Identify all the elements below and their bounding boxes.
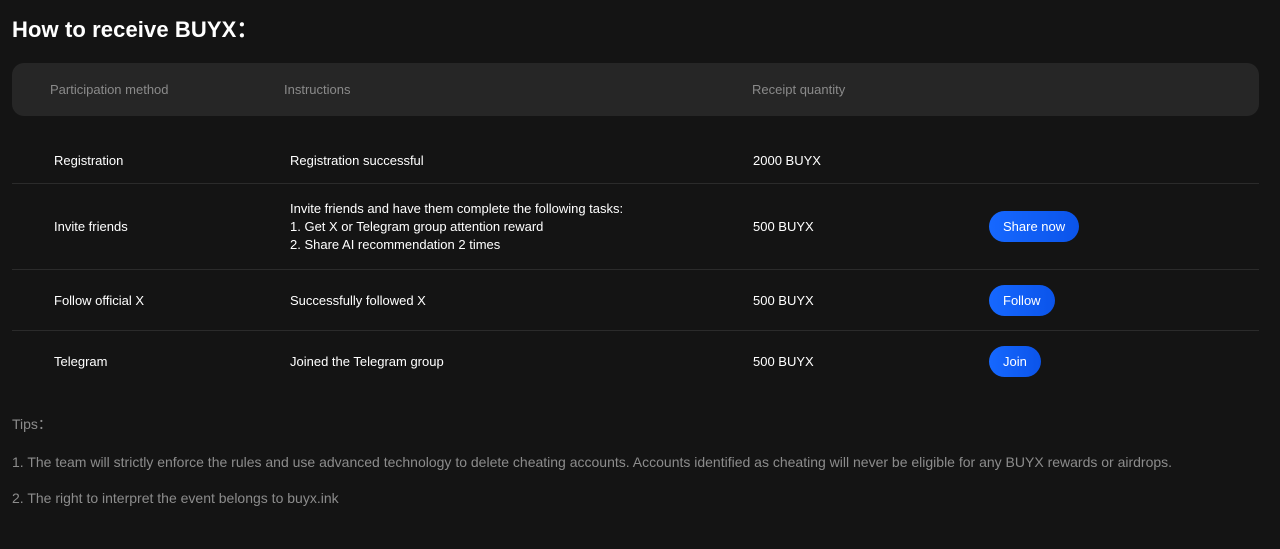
row-quantity: 500 BUYX	[753, 292, 814, 308]
table-row-telegram: Telegram Joined the Telegram group 500 B…	[12, 331, 1259, 391]
row-action: Follow	[989, 270, 1055, 330]
row-action: Join	[989, 331, 1041, 391]
header-instructions: Instructions	[284, 82, 351, 97]
row-instructions: Successfully followed X	[290, 292, 426, 308]
row-action: Share now	[989, 184, 1080, 269]
tip-item: 1. The team will strictly enforce the ru…	[12, 454, 1173, 470]
table-row-invite-friends: Invite friends Invite friends and have t…	[12, 184, 1259, 270]
header-participation-method: Participation method	[50, 82, 169, 97]
join-button[interactable]: Join	[989, 345, 1041, 377]
row-quantity: 2000 BUYX	[753, 152, 821, 168]
row-method: Follow official X	[54, 292, 145, 308]
table-header: Participation method Instructions Receip…	[12, 63, 1259, 116]
tips-title: Tips：	[12, 416, 52, 432]
table-row-follow-official-x: Follow official X Successfully followed …	[12, 270, 1259, 331]
row-method: Registration	[54, 152, 124, 168]
header-receipt-quantity: Receipt quantity	[752, 82, 846, 97]
row-instructions: Invite friends and have them complete th…	[290, 184, 730, 269]
follow-button[interactable]: Follow	[989, 284, 1055, 316]
tip-item: 2. The right to interpret the event belo…	[12, 490, 339, 506]
instruction-line: 1. Get X or Telegram group attention rew…	[290, 218, 544, 234]
row-instructions: Joined the Telegram group	[290, 353, 444, 369]
row-quantity: 500 BUYX	[753, 353, 814, 369]
table-row-registration: Registration Registration successful 200…	[12, 137, 1259, 184]
row-quantity: 500 BUYX	[753, 219, 814, 234]
page-title: How to receive BUYX：	[12, 17, 259, 42]
tips-section: Tips： 1. The team will strictly enforce …	[12, 414, 1252, 508]
row-method: Invite friends	[54, 219, 128, 234]
instruction-line: Invite friends and have them complete th…	[290, 200, 624, 216]
share-now-button[interactable]: Share now	[989, 211, 1080, 242]
instruction-line: 2. Share AI recommendation 2 times	[290, 236, 501, 252]
row-instructions: Registration successful	[290, 152, 424, 168]
row-method: Telegram	[54, 353, 108, 369]
